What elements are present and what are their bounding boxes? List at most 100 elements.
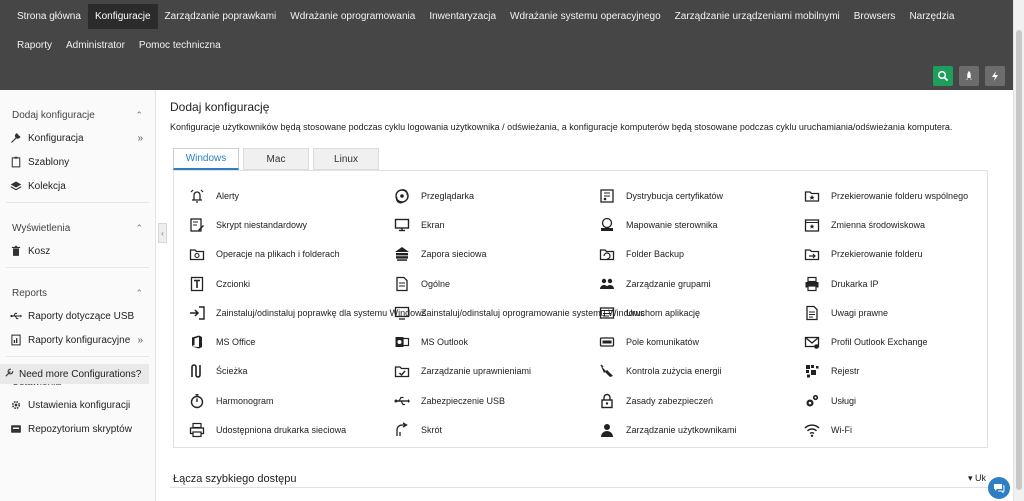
divider: [6, 356, 149, 357]
configuration-item[interactable]: Uruchom aplikację: [598, 298, 803, 327]
actions-button[interactable]: [985, 66, 1005, 86]
group-icon: [598, 275, 616, 293]
configuration-label: Skrót: [421, 425, 443, 436]
configuration-item[interactable]: Zabezpieczenie USB: [393, 386, 598, 415]
sidebar-item-label: Konfiguracja: [28, 132, 84, 144]
certificate-icon: [598, 187, 616, 205]
sidebar-item[interactable]: Repozytorium skryptów: [0, 417, 155, 441]
configuration-label: Profil Outlook Exchange: [831, 337, 928, 348]
sidebar-collapse-handle[interactable]: ‹: [158, 223, 167, 243]
divider: [6, 202, 149, 203]
path-icon: [188, 362, 206, 380]
tab-mac[interactable]: Mac: [243, 148, 309, 170]
nav-item[interactable]: Wdrażanie oprogramowania: [283, 4, 422, 29]
configuration-item[interactable]: Zapora sieciowa: [393, 240, 598, 269]
nav-item[interactable]: Inwentaryzacja: [422, 4, 503, 29]
nav-item[interactable]: Zarządzanie urządzeniami mobilnymi: [668, 4, 847, 29]
configuration-item[interactable]: Czcionki: [188, 269, 393, 298]
configuration-item[interactable]: Profil Outlook Exchange: [803, 327, 993, 356]
configuration-item[interactable]: Zainstaluj/odinstaluj poprawkę dla syste…: [188, 298, 426, 327]
nav-item[interactable]: Konfiguracje: [87, 4, 158, 29]
sidebar-item[interactable]: Konfiguracja »: [0, 126, 155, 150]
search-button[interactable]: [933, 66, 953, 86]
configuration-label: Zarządzanie uprawnieniami: [421, 366, 532, 377]
tab-windows[interactable]: Windows: [173, 148, 239, 170]
quick-launch-button[interactable]: [959, 66, 979, 86]
configuration-item[interactable]: Ekran: [393, 210, 598, 239]
sidebar-section-title: Reports: [12, 287, 48, 299]
tab-linux[interactable]: Linux: [313, 148, 379, 170]
configuration-item[interactable]: Przeglądarka: [393, 181, 598, 210]
nav-item[interactable]: Browsers: [847, 4, 903, 29]
configuration-label: Kontrola zużycia energii: [626, 366, 722, 377]
sidebar-item[interactable]: Raporty konfiguracyjne »: [0, 328, 155, 352]
nav-item[interactable]: Wdrażanie systemu operacyjnego: [503, 4, 668, 29]
sidebar-item[interactable]: Ustawienia konfiguracji: [0, 393, 155, 417]
configuration-label: Folder Backup: [626, 249, 685, 260]
sidebar-section-header[interactable]: Dodaj konfiguracje ⌃: [0, 104, 155, 126]
file-folder-icon: [188, 245, 206, 263]
sidebar-item[interactable]: Kolekcja: [0, 174, 155, 198]
configuration-item[interactable]: Folder Backup: [598, 240, 803, 269]
configuration-item[interactable]: Usługi: [803, 386, 993, 415]
nav-item[interactable]: Zarządzanie poprawkami: [158, 4, 284, 29]
trash-icon: [10, 245, 22, 257]
configuration-item[interactable]: Uwagi prawne: [803, 298, 993, 327]
configuration-item[interactable]: Zarządzanie uprawnieniami: [393, 357, 598, 386]
nav-item[interactable]: Narzędzia: [902, 4, 961, 29]
configuration-item[interactable]: Kontrola zużycia energii: [598, 357, 803, 386]
env-variable-icon: [803, 216, 821, 234]
nav-item[interactable]: Strona główna: [10, 4, 88, 29]
configuration-item[interactable]: Przekierowanie folderu: [803, 240, 993, 269]
configuration-item[interactable]: Zmienna środowiskowa: [803, 210, 993, 239]
configuration-item[interactable]: Rejestr: [803, 357, 993, 386]
configuration-item[interactable]: Operacje na plikach i folderach: [188, 240, 393, 269]
folder-redirect-icon: [803, 245, 821, 263]
configuration-item[interactable]: Przekierowanie folderu wspólnego: [803, 181, 993, 210]
configuration-item[interactable]: Mapowanie sterownika: [598, 210, 803, 239]
sidebar-item[interactable]: Raporty dotyczące USB: [0, 304, 155, 328]
main-nav: Strona główna Konfiguracje Zarządzanie pop…: [10, 4, 1010, 62]
scrollbar-thumb[interactable]: [1016, 30, 1022, 490]
configuration-item[interactable]: Harmonogram: [188, 386, 393, 415]
expand-arrow: »: [137, 132, 143, 144]
sidebar-item[interactable]: Kosz: [0, 239, 155, 263]
shared-printer-icon: [188, 421, 206, 439]
sidebar-item-label: Kolekcja: [28, 180, 66, 192]
sidebar-section-header[interactable]: Reports ⌃: [0, 282, 155, 304]
sidebar-item[interactable]: Szablony: [0, 150, 155, 174]
configuration-item[interactable]: Dystrybucja certyfikatów: [598, 181, 803, 210]
configuration-item[interactable]: Zainstaluj/odinstaluj oprogramowanie sys…: [393, 298, 645, 327]
configuration-item[interactable]: Drukarka IP: [803, 269, 993, 298]
configuration-item[interactable]: Skrót: [393, 415, 598, 444]
chat-button[interactable]: [988, 477, 1010, 499]
nav-item[interactable]: Administrator: [59, 33, 132, 58]
configuration-item[interactable]: Udostępniona drukarka sieciowa: [188, 415, 393, 444]
nav-item[interactable]: Pomoc techniczna: [132, 33, 228, 58]
nav-item[interactable]: Raporty: [10, 33, 59, 58]
browser-icon: [393, 187, 411, 205]
configuration-label: Alerty: [216, 190, 240, 201]
configuration-item[interactable]: MS Outlook: [393, 327, 598, 356]
configuration-item[interactable]: Zarządzanie użytkownikami: [598, 415, 803, 444]
configuration-item[interactable]: Ścieżka: [188, 357, 393, 386]
configuration-item[interactable]: Alerty: [188, 181, 393, 210]
sidebar-section-header[interactable]: Wyświetlenia ⌃: [0, 217, 155, 239]
configuration-item[interactable]: MS Office: [188, 327, 393, 356]
search-icon: [937, 70, 949, 82]
sidebar-item-label: Kosz: [28, 245, 51, 257]
need-more-label: Need more Configurations?: [19, 368, 142, 380]
software-install-icon: [393, 304, 411, 322]
configuration-item[interactable]: Zasady zabezpieczeń: [598, 386, 803, 415]
quick-access-toggle[interactable]: ▾ Uk: [968, 473, 986, 484]
configuration-item[interactable]: Pole komunikatów: [598, 327, 803, 356]
need-more-configurations-link[interactable]: Need more Configurations?: [0, 364, 149, 384]
page-scrollbar[interactable]: [1013, 0, 1024, 501]
configuration-item[interactable]: Zarządzanie grupami: [598, 269, 803, 298]
configuration-item[interactable]: Wi-Fi: [803, 415, 993, 444]
usb-icon: [10, 310, 22, 322]
configuration-item[interactable]: Ogólne: [393, 269, 598, 298]
configuration-item[interactable]: Skrypt niestandardowy: [188, 210, 393, 239]
clipboard-icon: [10, 156, 22, 168]
ms-office-icon: [188, 333, 206, 351]
